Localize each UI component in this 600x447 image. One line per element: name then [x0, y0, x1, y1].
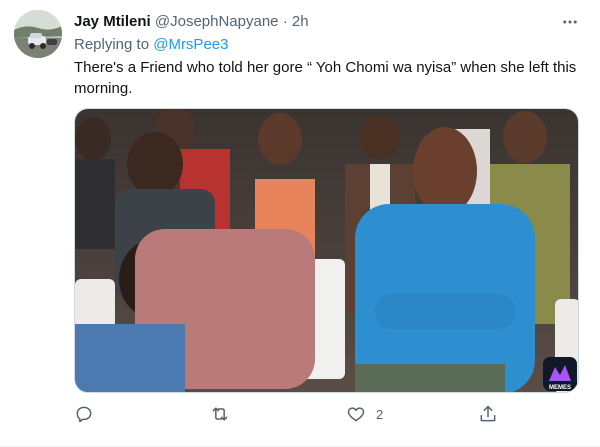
more-icon	[563, 20, 577, 24]
like-count: 2	[376, 406, 384, 422]
like-icon	[347, 407, 365, 422]
tweet-text: There's a Friend who told her gore “ Yoh…	[74, 59, 577, 97]
tweet-header: Jay Mtileni @JosephNapyane · 2h	[74, 12, 309, 32]
reply-icon	[76, 406, 92, 423]
action-bar: 2	[74, 402, 554, 426]
replying-to-mention[interactable]: @MrsPee3	[153, 36, 228, 53]
tweet-timestamp[interactable]: 2h	[292, 13, 309, 30]
replying-to-label: Replying to	[74, 36, 150, 53]
author-name[interactable]: Jay Mtileni	[74, 13, 151, 30]
share-icon	[480, 405, 496, 422]
tweet[interactable]: Jay Mtileni @JosephNapyane · 2h Replying…	[0, 0, 600, 447]
share-button[interactable]	[478, 402, 508, 426]
avatar[interactable]	[14, 10, 62, 58]
photo-image: MEMES	[75, 109, 578, 392]
like-button[interactable]: 2	[346, 402, 383, 426]
author-handle[interactable]: @JosephNapyane	[155, 13, 279, 30]
tweet-photo[interactable]: MEMES	[74, 108, 579, 393]
retweet-icon	[212, 407, 228, 421]
reply-button[interactable]	[74, 402, 104, 426]
separator-dot: ·	[282, 13, 288, 30]
more-options-button[interactable]	[556, 8, 584, 36]
watermark-text: MEMES	[549, 385, 571, 391]
replying-to: Replying to @MrsPee3	[74, 35, 228, 55]
retweet-button[interactable]	[209, 402, 241, 426]
avatar-image	[14, 10, 62, 58]
